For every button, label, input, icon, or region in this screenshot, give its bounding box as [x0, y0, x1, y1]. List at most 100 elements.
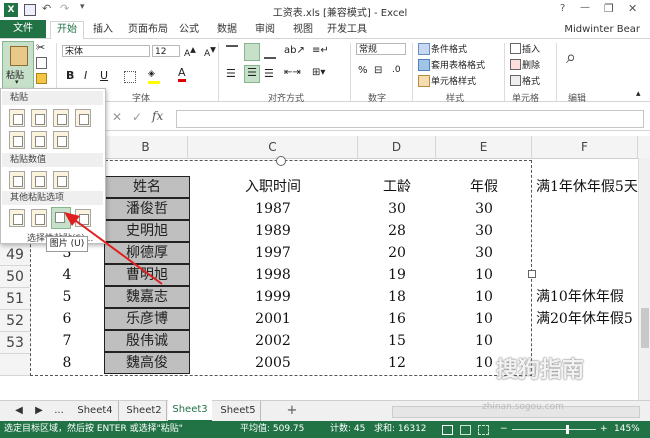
- conditional-format-button[interactable]: 条件格式: [431, 42, 467, 55]
- transpose-icon[interactable]: [53, 131, 69, 149]
- format-painter-icon[interactable]: [36, 73, 47, 84]
- tab-file[interactable]: 文件: [0, 20, 46, 38]
- indent-icon[interactable]: ⇤⇥: [284, 67, 301, 78]
- accounting-icon[interactable]: ⊟: [374, 65, 382, 76]
- paste-link-icon[interactable]: [31, 209, 47, 227]
- bold-button[interactable]: B: [66, 69, 74, 82]
- page-break-view-icon[interactable]: [478, 425, 489, 435]
- values-source-format-icon[interactable]: [53, 171, 69, 189]
- font-name-select[interactable]: 宋体: [62, 45, 150, 57]
- tab-insert[interactable]: 插入: [88, 22, 118, 38]
- sheet-next-icon[interactable]: ▶: [34, 401, 44, 421]
- values-icon[interactable]: [9, 171, 25, 189]
- grow-font-icon[interactable]: A▲: [184, 45, 196, 59]
- tab-formulas[interactable]: 公式: [176, 22, 202, 38]
- save-icon[interactable]: [24, 4, 36, 16]
- undo-icon[interactable]: ↶: [42, 2, 51, 15]
- row-header-49[interactable]: 49: [0, 244, 30, 266]
- tab-data[interactable]: 数据: [214, 22, 240, 38]
- keep-column-width-icon[interactable]: [31, 131, 47, 149]
- column-header-f[interactable]: F: [532, 136, 638, 158]
- cut-icon[interactable]: ✂: [36, 41, 45, 54]
- no-borders-icon[interactable]: [9, 131, 25, 149]
- row-header-54[interactable]: [0, 354, 30, 376]
- normal-view-icon[interactable]: [442, 425, 453, 435]
- shrink-font-icon[interactable]: A▼: [204, 45, 216, 59]
- paste-formulas-number-format-icon[interactable]: [53, 109, 69, 127]
- formatting-icon[interactable]: [9, 209, 25, 227]
- wrap-text-icon[interactable]: ≡↵: [312, 45, 329, 56]
- sheet-tab-active[interactable]: Sheet3: [168, 400, 212, 422]
- cancel-icon[interactable]: ✕: [112, 110, 122, 124]
- note-cell[interactable]: 满20年休年假5: [536, 308, 650, 330]
- paste-icon[interactable]: [9, 109, 25, 127]
- sheet-overflow[interactable]: ...: [52, 401, 66, 421]
- zoom-slider[interactable]: [512, 425, 596, 434]
- zoom-slider-thumb[interactable]: [566, 425, 569, 434]
- redo-icon[interactable]: ↷: [60, 2, 69, 15]
- note-cell[interactable]: 满10年休年假: [536, 286, 650, 308]
- tab-page-layout[interactable]: 页面布局: [124, 22, 172, 38]
- sheet-prev-icon[interactable]: ◀: [14, 401, 24, 421]
- scroll-thumb[interactable]: [641, 308, 649, 348]
- copy-icon[interactable]: [36, 57, 47, 69]
- align-left-icon[interactable]: ☰: [226, 67, 236, 80]
- percent-button[interactable]: %: [358, 65, 368, 76]
- restore-button[interactable]: ❐: [604, 2, 614, 15]
- customize-qat-icon[interactable]: ▾: [80, 2, 85, 12]
- delete-cells-button[interactable]: 删除: [522, 58, 540, 71]
- add-sheet-button[interactable]: +: [282, 401, 302, 421]
- column-header-b[interactable]: B: [104, 136, 188, 158]
- values-number-format-icon[interactable]: [31, 171, 47, 189]
- italic-button[interactable]: I: [84, 69, 87, 82]
- resize-handle-icon[interactable]: [528, 270, 536, 278]
- font-size-select[interactable]: 12: [152, 45, 180, 57]
- cell-style-button[interactable]: 单元格样式: [431, 74, 476, 87]
- sheet-tab[interactable]: Sheet4: [72, 401, 119, 421]
- tab-view[interactable]: 视图: [290, 22, 316, 38]
- help-button[interactable]: ?: [560, 3, 565, 14]
- number-format-select[interactable]: 常规: [356, 43, 406, 55]
- orientation-icon[interactable]: ab↗: [284, 45, 305, 56]
- merge-center-icon[interactable]: ⊞▾: [312, 67, 325, 78]
- note-cell[interactable]: 满1年休年假5天: [536, 176, 650, 198]
- align-right-icon[interactable]: ☰: [264, 67, 274, 80]
- column-header-d[interactable]: D: [358, 136, 436, 158]
- find-select-icon[interactable]: ⌕: [566, 47, 576, 68]
- underline-button[interactable]: U: [100, 69, 108, 82]
- decimal-icon[interactable]: .0: [392, 65, 401, 75]
- paste-formulas-icon[interactable]: [31, 109, 47, 127]
- align-middle-icon[interactable]: [244, 43, 260, 61]
- row-header-51[interactable]: 51: [0, 288, 30, 310]
- table-format-button[interactable]: 套用表格格式: [431, 58, 485, 71]
- row-header-52[interactable]: 52: [0, 310, 30, 332]
- confirm-icon[interactable]: ✓: [132, 110, 142, 124]
- close-button[interactable]: ✕: [628, 2, 637, 15]
- font-color-icon[interactable]: A: [178, 67, 186, 82]
- zoom-out-button[interactable]: −: [500, 421, 508, 438]
- insert-cells-button[interactable]: 插入: [522, 42, 540, 55]
- align-bottom-icon[interactable]: [264, 45, 276, 59]
- row-header-53[interactable]: 53: [0, 332, 30, 354]
- sheet-tab[interactable]: Sheet2: [122, 401, 167, 421]
- minimize-button[interactable]: —: [580, 2, 590, 13]
- insert-function-icon[interactable]: fx: [152, 109, 163, 123]
- collapse-ribbon-icon[interactable]: ▴: [636, 89, 641, 99]
- align-center-icon[interactable]: ☰: [244, 65, 260, 83]
- rotate-handle-icon[interactable]: [276, 156, 286, 166]
- border-icon[interactable]: [124, 71, 136, 83]
- zoom-in-button[interactable]: +: [600, 421, 608, 438]
- zoom-level[interactable]: 145%: [614, 421, 640, 438]
- keep-source-format-icon[interactable]: [75, 109, 91, 127]
- column-header-e[interactable]: E: [436, 136, 532, 158]
- vertical-scrollbar[interactable]: [638, 158, 650, 400]
- user-name[interactable]: Midwinter Bear: [548, 22, 640, 38]
- tab-review[interactable]: 审阅: [252, 22, 278, 38]
- tab-developer[interactable]: 开发工具: [326, 22, 368, 38]
- column-header-c[interactable]: C: [188, 136, 358, 158]
- align-top-icon[interactable]: [226, 45, 238, 59]
- formula-input[interactable]: [176, 110, 644, 128]
- sheet-tab[interactable]: Sheet5: [216, 401, 261, 421]
- paste-button[interactable]: 粘贴 ▾: [2, 41, 34, 89]
- row-header-50[interactable]: 50: [0, 266, 30, 288]
